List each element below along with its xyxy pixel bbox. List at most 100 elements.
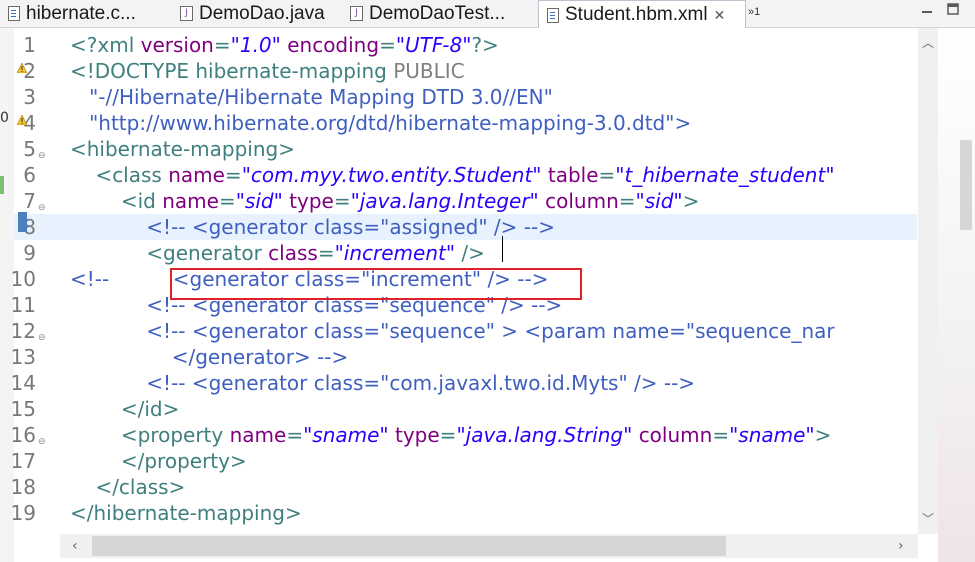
code-token: <!-- <generator class="sequence" > <para… bbox=[70, 319, 835, 343]
scroll-down-icon[interactable]: ﹀ bbox=[922, 510, 934, 527]
code-token: <class bbox=[70, 163, 169, 187]
code-token: name bbox=[168, 163, 225, 187]
tab-label: hibernate.c... bbox=[26, 2, 136, 24]
code-text: <hibernate-mapping> bbox=[70, 136, 295, 162]
text-caret bbox=[502, 236, 503, 262]
code-token: </generator> --> bbox=[70, 345, 349, 369]
code-line-17[interactable]: 17 </property> bbox=[11, 448, 917, 474]
editor-tab-bar: hibernate.c... J DemoDao.java J DemoDaoT… bbox=[0, 0, 975, 29]
code-text: </generator> --> bbox=[70, 344, 349, 370]
code-token: ?> bbox=[471, 33, 499, 57]
code-token: name bbox=[162, 189, 219, 213]
code-token: > bbox=[682, 189, 700, 213]
scroll-right-icon[interactable]: › bbox=[898, 538, 904, 554]
tab-student-hbm-xml[interactable]: Student.hbm.xml ✕ bbox=[538, 0, 746, 29]
close-tab-icon[interactable]: ✕ bbox=[714, 7, 726, 24]
code-line-13[interactable]: 13 </generator> --> bbox=[11, 344, 917, 370]
code-token: <hibernate-mapping> bbox=[70, 137, 295, 161]
xml-editor[interactable]: 1 <?xml version="1.0" encoding="UTF-8"?> 2… bbox=[11, 28, 918, 534]
code-token: /> bbox=[455, 241, 485, 265]
code-line-18[interactable]: 18 </class> bbox=[11, 474, 917, 500]
line-number: 14 bbox=[10, 371, 36, 395]
code-line-9[interactable]: 9 <generator class="increment" /> bbox=[14, 240, 917, 266]
code-token: <property bbox=[70, 423, 230, 447]
code-token: = bbox=[218, 189, 236, 213]
maximize-icon[interactable] bbox=[946, 2, 960, 16]
code-token: "sid" bbox=[635, 189, 683, 213]
warning-icon[interactable] bbox=[17, 115, 27, 125]
tab-demodaotest[interactable]: J DemoDaoTest... bbox=[342, 0, 538, 27]
code-line-12[interactable]: 12 ⊖ <!-- <generator class="sequence" > <… bbox=[11, 318, 917, 344]
code-line-4[interactable]: 4 "http://www.hibernate.org/dtd/hibernat… bbox=[14, 110, 917, 136]
code-token: "1.0" bbox=[230, 33, 281, 57]
code-token: "-//Hibernate/Hibernate Mapping DTD 3.0/… bbox=[70, 85, 553, 109]
xml-file-icon bbox=[547, 7, 559, 23]
code-text: <!-- <generator class="com.javaxl.two.id… bbox=[70, 370, 695, 396]
code-token: "t_hibernate_student" bbox=[615, 163, 835, 187]
line-number: 11 bbox=[10, 293, 36, 317]
line-number: 6 bbox=[23, 163, 36, 187]
code-line-1[interactable]: 1 <?xml version="1.0" encoding="UTF-8"?> bbox=[14, 32, 917, 58]
code-token: "sname" bbox=[303, 423, 389, 447]
scroll-left-icon[interactable]: ‹ bbox=[72, 538, 78, 554]
code-text: <generator class="increment" /> bbox=[70, 240, 485, 266]
code-token: = bbox=[224, 163, 242, 187]
code-token: "sname" bbox=[729, 423, 815, 447]
code-line-14[interactable]: 14 <!-- <generator class="com.javaxl.two… bbox=[11, 370, 917, 396]
warning-icon[interactable] bbox=[17, 63, 27, 73]
code-text: </property> bbox=[70, 448, 247, 474]
line-number: 1 bbox=[23, 33, 36, 57]
code-token: <!DOCTYPE hibernate-mapping bbox=[70, 59, 394, 83]
xml-file-icon bbox=[8, 6, 20, 21]
code-token: "java.lang.Integer" bbox=[350, 189, 539, 213]
code-token: = bbox=[439, 423, 457, 447]
code-token: = bbox=[618, 189, 636, 213]
code-token: "http://www.hibernate.org/dtd/hibernate-… bbox=[70, 111, 692, 135]
scroll-up-icon[interactable]: ︿ bbox=[922, 34, 934, 51]
horizontal-scroll-thumb[interactable] bbox=[92, 536, 726, 556]
line-number: 17 bbox=[10, 449, 36, 473]
code-line-2[interactable]: 2 <!DOCTYPE hibernate-mapping PUBLIC bbox=[14, 58, 917, 84]
code-line-16[interactable]: 16 ⊖ <property name="sname" type="java.la… bbox=[11, 422, 917, 448]
code-token: "com.myy.two.entity.Student" bbox=[241, 163, 542, 187]
code-token: <id bbox=[70, 189, 163, 213]
code-line-8[interactable]: 8 <!-- <generator class="assigned" /> --… bbox=[14, 214, 917, 240]
line-number: 12 bbox=[10, 319, 36, 343]
code-token: = bbox=[333, 189, 351, 213]
line-number: 10 bbox=[10, 267, 36, 291]
line-number: 5 bbox=[23, 137, 36, 161]
tab-label: DemoDaoTest... bbox=[369, 2, 506, 24]
tab-demodao-java[interactable]: J DemoDao.java bbox=[172, 0, 342, 27]
code-line-5[interactable]: 5 ⊖ <hibernate-mapping> bbox=[14, 136, 917, 162]
line-number: 18 bbox=[10, 475, 36, 499]
code-line-7[interactable]: 7 ⊖ <id name="sid" type="java.lang.Intege… bbox=[14, 188, 917, 214]
code-token: <?xml bbox=[70, 33, 141, 57]
line-number: 3 bbox=[23, 85, 36, 109]
code-text: </id> bbox=[70, 396, 180, 422]
code-token: </id> bbox=[70, 397, 180, 421]
code-token: "increment" bbox=[334, 241, 456, 265]
code-text: </class> bbox=[70, 474, 185, 500]
code-token: "java.lang.String" bbox=[456, 423, 633, 447]
code-text: <!-- <generator class="assigned" /> --> bbox=[70, 214, 555, 240]
code-token: name bbox=[229, 423, 287, 447]
code-token: class bbox=[268, 241, 318, 265]
line-number: 19 bbox=[10, 501, 36, 525]
code-token: = bbox=[712, 423, 730, 447]
tab-overflow-indicator[interactable]: »1 bbox=[748, 6, 760, 18]
code-line-6[interactable]: 6 <class name="com.myy.two.entity.Studen… bbox=[14, 162, 917, 188]
code-line-19[interactable]: 19 </hibernate-mapping> bbox=[11, 500, 917, 526]
code-token: = bbox=[598, 163, 616, 187]
code-token: type bbox=[394, 423, 440, 447]
tab-hibernate-cfg[interactable]: hibernate.c... bbox=[0, 0, 172, 27]
code-token: column bbox=[638, 423, 713, 447]
annotation-highlight-box bbox=[170, 268, 582, 300]
code-text: <property name="sname" type="java.lang.S… bbox=[70, 422, 832, 448]
side-scroll-thumb[interactable] bbox=[960, 140, 972, 230]
minimize-icon[interactable] bbox=[920, 2, 934, 16]
vertical-scrollbar[interactable]: ︿ ﹀ bbox=[918, 28, 938, 534]
code-token: </property> bbox=[70, 449, 247, 473]
code-text: <id name="sid" type="java.lang.Integer" … bbox=[70, 188, 700, 214]
code-line-15[interactable]: 15 </id> bbox=[11, 396, 917, 422]
code-line-3[interactable]: 3 "-//Hibernate/Hibernate Mapping DTD 3.… bbox=[14, 84, 917, 110]
